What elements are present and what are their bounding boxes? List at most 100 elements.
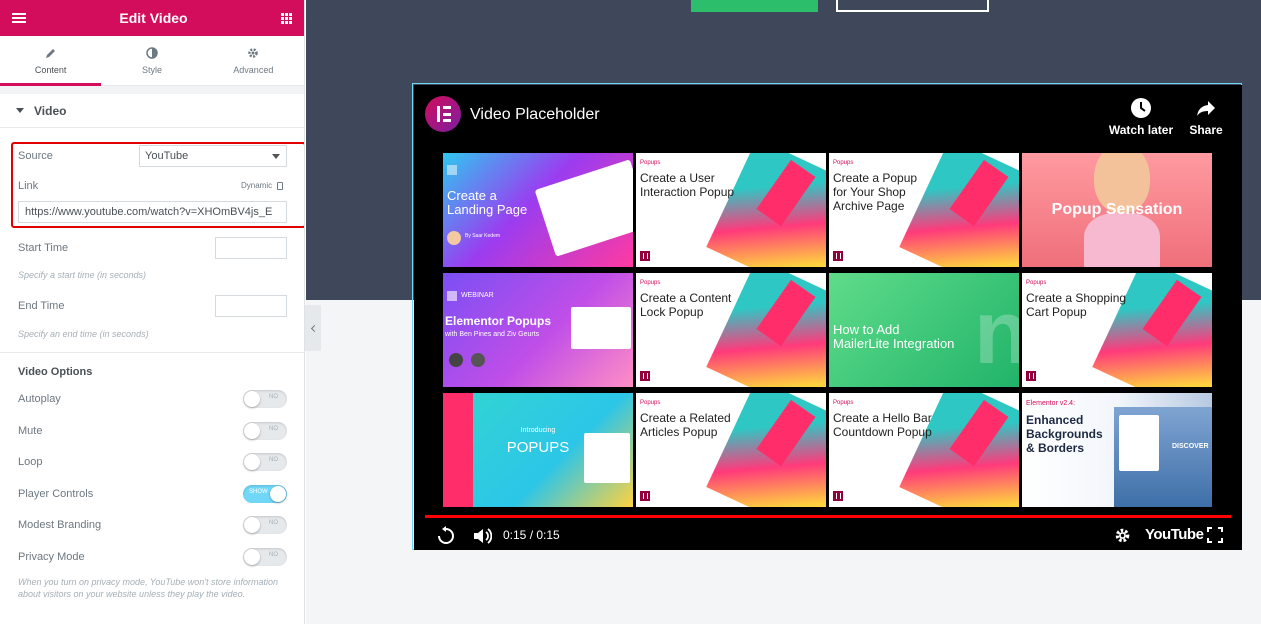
- video-card[interactable]: Introducing POPUPS: [443, 393, 633, 507]
- video-card[interactable]: Popups Create a Popup for Your Shop Arch…: [829, 153, 1019, 267]
- video-card[interactable]: Popup Sensation: [1022, 153, 1212, 267]
- video-card[interactable]: n How to Add MailerLite Integration: [829, 273, 1019, 387]
- player-controls: 0:15 / 0:15 YouTube: [414, 523, 1242, 550]
- elementor-icon: [640, 251, 650, 261]
- mute-switch[interactable]: NO: [243, 422, 287, 440]
- share-icon: [1197, 101, 1215, 116]
- progress-bar[interactable]: [425, 515, 1231, 518]
- video-card[interactable]: Elementor v2.4: Enhanced Backgrounds & B…: [1022, 393, 1212, 507]
- modest-branding-switch[interactable]: NO: [243, 516, 287, 534]
- menu-icon[interactable]: [12, 13, 26, 23]
- tab-content[interactable]: Content: [0, 36, 102, 86]
- video-card[interactable]: Popups Create a Content Lock Popup: [636, 273, 826, 387]
- privacy-mode-label: Privacy Mode: [18, 551, 85, 563]
- video-card[interactable]: WEBINAR Elementor Popups with Ben Pines …: [443, 273, 633, 387]
- video-card[interactable]: Popups Create a User Interaction Popup: [636, 153, 826, 267]
- switch-knob: [244, 549, 260, 565]
- card-subtitle: with Ben Pines and Ziv Geurts: [445, 331, 540, 338]
- card-tag: WEBINAR: [461, 292, 494, 299]
- divider: [0, 352, 304, 353]
- source-select[interactable]: YouTube: [139, 145, 287, 167]
- card-subtitle: By Saar Kedem: [465, 233, 501, 239]
- replay-icon[interactable]: [436, 526, 456, 546]
- card-tag: Popups: [640, 160, 661, 166]
- card-tag: Popups: [833, 400, 854, 406]
- dynamic-tags-button[interactable]: Dynamic: [241, 181, 284, 190]
- switch-state: NO: [269, 520, 278, 526]
- privacy-mode-switch[interactable]: NO: [243, 548, 287, 566]
- chevron-down-icon: [272, 154, 280, 159]
- youtube-logo[interactable]: YouTube: [1145, 526, 1204, 543]
- video-card[interactable]: Popups Create a Shopping Cart Popup: [1022, 273, 1212, 387]
- settings-gear-icon[interactable]: [1114, 527, 1131, 544]
- video-player[interactable]: Video Placeholder Watch later Share Crea…: [414, 85, 1242, 550]
- section-title: Video: [34, 103, 67, 118]
- mailerlite-logo: n: [974, 283, 1019, 383]
- card-tag: Popups: [833, 160, 854, 166]
- end-time-input[interactable]: [215, 295, 287, 317]
- tab-style[interactable]: Style: [101, 36, 202, 85]
- video-card[interactable]: Create a Landing Page By Saar Kedem: [443, 153, 633, 267]
- card-title: Elementor Popups: [445, 314, 552, 328]
- widgets-grid-icon[interactable]: [280, 12, 292, 24]
- card-tag: Popups: [640, 280, 661, 286]
- editor-panel: Edit Video Content Style Advanced Video …: [0, 0, 305, 624]
- switch-knob: [244, 423, 260, 439]
- tab-advanced[interactable]: Advanced: [203, 36, 304, 85]
- switch-state: NO: [269, 457, 278, 463]
- video-widget[interactable]: Video Placeholder Watch later Share Crea…: [412, 83, 1242, 550]
- related-videos-grid: Create a Landing Page By Saar Kedem Popu…: [443, 153, 1214, 507]
- autoplay-switch[interactable]: NO: [243, 390, 287, 408]
- watch-later-button[interactable]: Watch later: [1106, 97, 1176, 137]
- end-time-label: End Time: [18, 300, 65, 312]
- video-card[interactable]: Popups Create a Hello Bar Countdown Popu…: [829, 393, 1019, 507]
- switch-knob: [244, 517, 260, 533]
- switch-state: NO: [269, 394, 278, 400]
- player-controls-label: Player Controls: [18, 488, 94, 500]
- channel-logo-icon[interactable]: [425, 96, 461, 132]
- start-time-input[interactable]: [215, 237, 287, 259]
- time-display: 0:15 / 0:15: [503, 528, 560, 542]
- video-title[interactable]: Video Placeholder: [470, 106, 600, 124]
- privacy-note: When you turn on privacy mode, YouTube w…: [18, 577, 279, 599]
- elementor-icon: [833, 251, 843, 261]
- source-label: Source: [18, 150, 53, 162]
- card-subtitle: DISCOVER: [1172, 443, 1209, 450]
- editor-root: Video Placeholder Watch later Share Crea…: [0, 0, 1261, 624]
- card-title: Create a Hello Bar Countdown Popup: [833, 411, 932, 439]
- preview-green-button[interactable]: [691, 0, 818, 12]
- preview-outline-button[interactable]: [836, 0, 989, 12]
- switch-knob: [244, 391, 260, 407]
- card-title: Popup Sensation: [1051, 201, 1183, 218]
- switch-state: SHOW: [249, 489, 268, 495]
- start-time-hint: Specify a start time (in seconds): [18, 270, 147, 280]
- panel-spacer: [0, 86, 304, 94]
- avatar: [471, 353, 485, 367]
- card-tag: Popups: [640, 400, 661, 406]
- elementor-icon: [833, 491, 843, 501]
- card-tag: Elementor v2.4:: [1026, 400, 1076, 407]
- autoplay-label: Autoplay: [18, 393, 61, 405]
- volume-icon[interactable]: [472, 527, 492, 545]
- fullscreen-icon[interactable]: [1207, 527, 1223, 543]
- loop-label: Loop: [18, 456, 43, 468]
- tab-label: Content: [34, 64, 67, 75]
- avatar: [449, 353, 463, 367]
- loop-switch[interactable]: NO: [243, 453, 287, 471]
- card-tag: Introducing: [520, 427, 556, 434]
- watch-later-label: Watch later: [1108, 123, 1174, 137]
- chevron-left-icon: [310, 324, 318, 332]
- player-controls-switch[interactable]: SHOW: [243, 485, 287, 503]
- switch-state: NO: [269, 426, 278, 432]
- source-value: YouTube: [145, 150, 189, 162]
- switch-state: NO: [269, 552, 278, 558]
- share-button[interactable]: Share: [1186, 97, 1226, 137]
- switch-knob: [270, 486, 286, 502]
- video-card[interactable]: Popups Create a Related Articles Popup: [636, 393, 826, 507]
- avatar: [447, 231, 461, 245]
- section-video-toggle[interactable]: Video: [0, 94, 304, 128]
- half-circle-icon: [146, 46, 158, 59]
- link-input[interactable]: https://www.youtube.com/watch?v=XHOmBV4j…: [18, 201, 287, 223]
- collapse-panel-button[interactable]: [305, 305, 321, 351]
- end-time-hint: Specify an end time (in seconds): [18, 329, 149, 339]
